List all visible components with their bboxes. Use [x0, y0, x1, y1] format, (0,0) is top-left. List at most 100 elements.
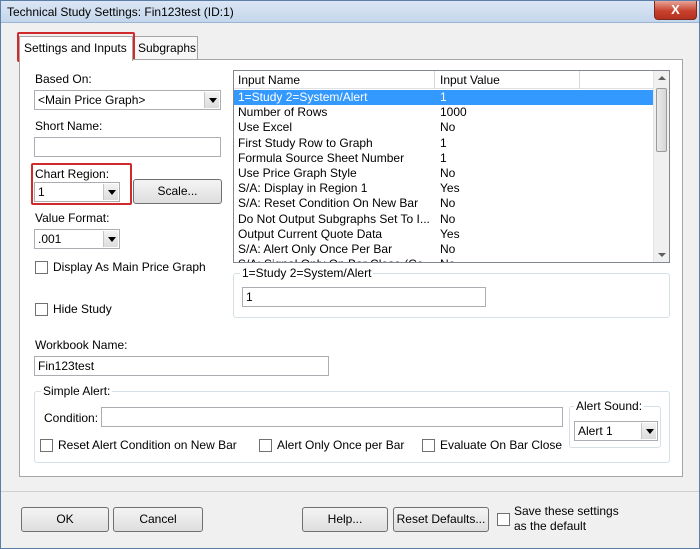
workbook-name-input[interactable]: Fin123test — [34, 356, 329, 376]
column-separator[interactable] — [434, 71, 435, 89]
input-value-cell: No — [440, 196, 456, 211]
based-on-label: Based On: — [35, 72, 92, 86]
scroll-down-icon[interactable] — [658, 253, 666, 257]
input-name-cell: S/A: Alert Only Once Per Bar — [238, 242, 393, 256]
simple-alert-group-label: Simple Alert: — [41, 384, 113, 398]
based-on-value: <Main Price Graph> — [38, 93, 146, 107]
condition-label: Condition: — [44, 411, 99, 425]
column-header-input-value[interactable]: Input Value — [440, 73, 500, 87]
chart-region-label: Chart Region: — [35, 167, 110, 181]
tab-label: Subgraphs — [138, 41, 197, 55]
input-value-cell: 1000 — [440, 105, 467, 120]
input-name-cell: Use Price Graph Style — [238, 166, 357, 180]
close-button[interactable]: X — [654, 1, 697, 20]
table-row[interactable]: Use Price Graph Style No — [234, 166, 654, 181]
hide-study-checkbox[interactable]: Hide Study — [35, 302, 112, 316]
grid-header: Input Name Input Value — [234, 71, 654, 89]
checkbox-box — [497, 513, 510, 526]
table-row[interactable]: S/A: Signal Only On Bar Close (Co... No — [234, 257, 654, 262]
input-name-cell: Formula Source Sheet Number — [238, 150, 405, 165]
checkbox-label: Evaluate On Bar Close — [440, 438, 563, 452]
display-as-main-checkbox[interactable]: Display As Main Price Graph — [35, 260, 206, 274]
settings-dialog: Technical Study Settings: Fin123test (ID… — [0, 0, 700, 549]
input-name-cell: S/A: Display in Region 1 — [238, 181, 368, 196]
tab-settings-and-inputs[interactable]: Settings and Inputs — [19, 36, 133, 61]
input-name-cell: S/A: Signal Only On Bar Close (Co... — [238, 257, 434, 262]
window-title: Technical Study Settings: Fin123test (ID… — [7, 5, 234, 19]
table-row[interactable]: 1=Study 2=System/Alert 1 — [234, 90, 654, 105]
scroll-up-icon[interactable] — [658, 76, 666, 80]
input-name-cell: Output Current Quote Data — [238, 226, 383, 241]
table-row[interactable]: S/A: Alert Only Once Per Bar No — [234, 242, 654, 257]
checkbox-label: Alert Only Once per Bar — [277, 438, 405, 452]
table-row[interactable]: Do Not Output Subgraphs Set To I... No — [234, 212, 654, 227]
input-name-cell: 1=Study 2=System/Alert — [238, 90, 368, 104]
settings-panel: Based On: <Main Price Graph> Short Name:… — [19, 59, 683, 477]
column-separator[interactable] — [579, 71, 580, 89]
help-button[interactable]: Help... — [302, 507, 388, 532]
value-format-value: .001 — [38, 232, 62, 246]
alert-sound-label: Alert Sound: — [574, 399, 645, 413]
chart-region-value: 1 — [38, 185, 45, 199]
checkbox-label: Display As Main Price Graph — [53, 260, 206, 274]
chevron-down-icon — [641, 423, 656, 439]
based-on-select[interactable]: <Main Price Graph> — [34, 90, 221, 110]
chevron-down-icon — [103, 184, 118, 200]
simple-alert-group: Simple Alert: Condition: Alert Sound: Al… — [34, 384, 670, 463]
input-value-cell: No — [440, 120, 456, 135]
reset-defaults-button[interactable]: Reset Defaults... — [393, 507, 489, 532]
tab-label: Settings and Inputs — [24, 41, 127, 55]
save-default-label-line2: as the default — [514, 519, 587, 533]
table-row[interactable]: Formula Source Sheet Number 1 — [234, 151, 654, 166]
workbook-name-label: Workbook Name: — [35, 338, 128, 352]
input-value-cell: Yes — [440, 226, 460, 241]
chart-region-select[interactable]: 1 — [34, 182, 120, 202]
table-row[interactable]: S/A: Reset Condition On New Bar No — [234, 196, 654, 211]
table-row[interactable]: Use Excel No — [234, 120, 654, 135]
save-default-checkbox[interactable]: Save these settings as the default — [495, 504, 645, 536]
table-row[interactable]: First Study Row to Graph 1 — [234, 136, 654, 151]
ok-button[interactable]: OK — [21, 507, 109, 532]
save-default-label-line1: Save these settings — [514, 504, 619, 518]
value-format-label: Value Format: — [35, 211, 110, 225]
input-edit-group-label: 1=Study 2=System/Alert — [240, 266, 374, 280]
evaluate-bar-close-checkbox[interactable]: Evaluate On Bar Close — [422, 438, 562, 452]
input-edit-group: 1=Study 2=System/Alert 1 — [233, 266, 670, 318]
table-row[interactable]: Number of Rows 1000 — [234, 105, 654, 120]
alert-sound-select[interactable]: Alert 1 — [574, 421, 658, 441]
tab-subgraphs[interactable]: Subgraphs — [133, 36, 198, 59]
checkbox-box — [40, 438, 53, 452]
input-value-cell: No — [440, 242, 456, 256]
column-header-input-name[interactable]: Input Name — [238, 73, 300, 87]
checkbox-label: Hide Study — [53, 302, 112, 316]
title-bar: Technical Study Settings: Fin123test (ID… — [1, 1, 699, 23]
reset-alert-checkbox[interactable]: Reset Alert Condition on New Bar — [40, 438, 237, 452]
condition-input[interactable] — [101, 407, 563, 427]
input-value-cell: 1 — [440, 135, 447, 150]
checkbox-box — [259, 438, 272, 452]
short-name-input[interactable] — [34, 137, 221, 157]
inputs-grid: Input Name Input Value 1=Study 2=System/… — [233, 70, 670, 263]
vertical-scrollbar[interactable] — [653, 71, 669, 262]
alert-sound-value: Alert 1 — [578, 424, 613, 438]
input-name-cell: Use Excel — [238, 120, 293, 135]
footer-divider — [1, 491, 699, 492]
checkbox-label: Reset Alert Condition on New Bar — [58, 438, 237, 452]
checkbox-box — [35, 260, 48, 274]
short-name-label: Short Name: — [35, 119, 103, 133]
input-name-cell: Do Not Output Subgraphs Set To I... — [238, 211, 430, 226]
chevron-down-icon — [204, 92, 219, 108]
input-value-field[interactable]: 1 — [242, 287, 486, 307]
table-row[interactable]: Output Current Quote Data Yes — [234, 227, 654, 242]
input-value-cell: Yes — [440, 181, 460, 196]
checkbox-box — [422, 438, 435, 452]
input-name-cell: First Study Row to Graph — [238, 135, 373, 150]
scale-button[interactable]: Scale... — [133, 179, 222, 204]
table-row[interactable]: S/A: Display in Region 1 Yes — [234, 181, 654, 196]
value-format-select[interactable]: .001 — [34, 229, 120, 249]
cancel-button[interactable]: Cancel — [113, 507, 203, 532]
input-name-cell: S/A: Reset Condition On New Bar — [238, 196, 419, 211]
checkbox-box — [35, 302, 48, 316]
scroll-thumb[interactable] — [656, 88, 667, 152]
alert-once-checkbox[interactable]: Alert Only Once per Bar — [259, 438, 404, 452]
